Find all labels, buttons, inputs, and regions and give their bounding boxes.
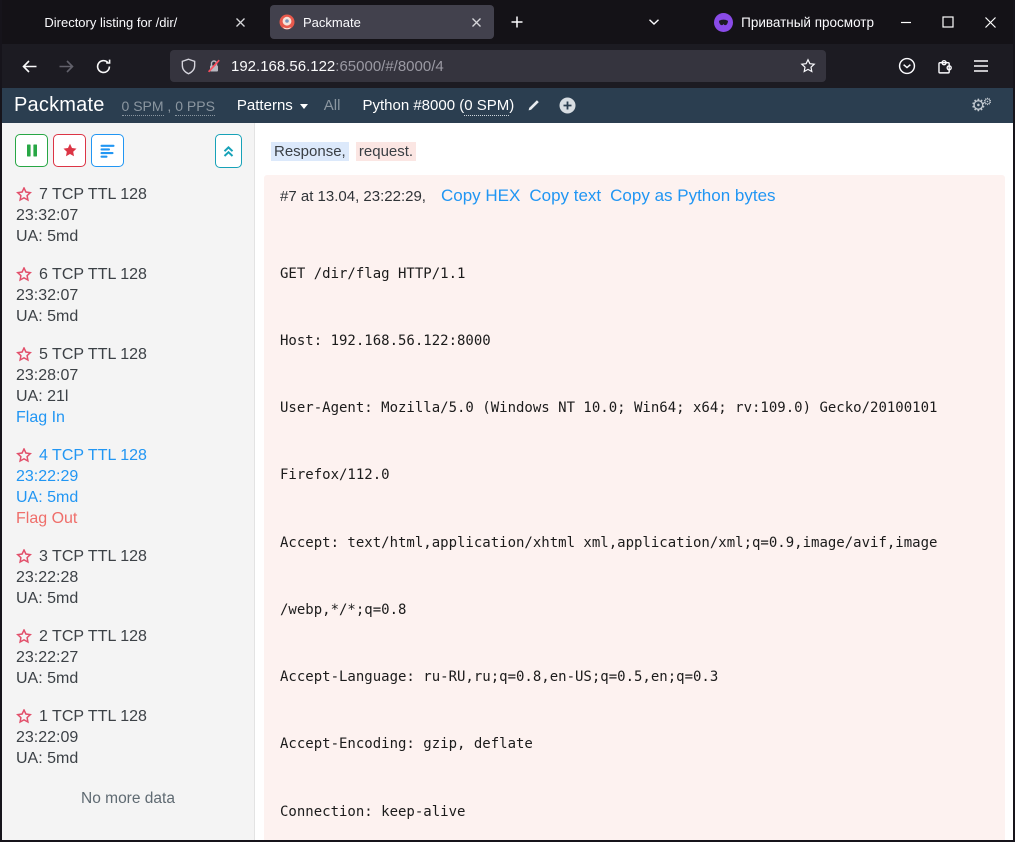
request-payload: GET /dir/flag HTTP/1.1 Host: 192.168.56.… — [280, 218, 989, 840]
pocket-icon[interactable] — [892, 51, 922, 81]
sidebar-toolbar — [2, 123, 254, 168]
maximize-button[interactable] — [942, 16, 954, 28]
legend-request: request. — [356, 142, 416, 161]
bookmark-star-icon[interactable] — [800, 58, 816, 74]
tab-bar: Directory listing for /dir/ Packmate При… — [2, 0, 1013, 44]
tab-title: Directory listing for /dir/ — [44, 15, 177, 30]
browser-window: Directory listing for /dir/ Packmate При… — [0, 0, 1015, 842]
list-all-tabs-icon[interactable] — [646, 14, 662, 30]
tab-directory-listing[interactable]: Directory listing for /dir/ — [8, 5, 258, 39]
back-button[interactable] — [14, 51, 44, 81]
copy-hex-link[interactable]: Copy HEX — [441, 186, 520, 206]
url-bar[interactable]: 192.168.56.122:65000/#/8000/4 — [170, 50, 826, 82]
caret-down-icon — [300, 104, 308, 109]
packet-list: 7 TCP TTL 128 23:32:07 UA: 5md 6 TCP TTL… — [2, 168, 254, 769]
new-tab-button[interactable] — [504, 9, 530, 35]
packet-sidebar: 7 TCP TTL 128 23:32:07 UA: 5md 6 TCP TTL… — [2, 123, 255, 840]
packet-list-item-4-selected[interactable]: 4 TCP TTL 128 23:22:29 UA: 5md Flag Out — [16, 445, 254, 529]
favorite-star-icon[interactable] — [16, 448, 32, 463]
pps-stat: 0 PPS — [175, 98, 215, 116]
scroll-to-top-button[interactable] — [215, 134, 242, 168]
minimize-button[interactable] — [900, 16, 912, 28]
spm-stat: 0 SPM — [122, 98, 164, 116]
favorite-star-icon[interactable] — [16, 549, 32, 564]
tab-all-services[interactable]: All — [324, 97, 341, 114]
tab-service-python-8000[interactable]: Python #8000 (0 SPM) — [362, 97, 514, 114]
add-service-button[interactable] — [559, 97, 576, 114]
packet-detail-pane: Response, request. #7 at 13.04, 23:22:29… — [255, 123, 1013, 840]
flag-out-link[interactable]: Flag Out — [16, 508, 254, 529]
app-brand[interactable]: Packmate — [14, 94, 105, 117]
favorites-filter-button[interactable] — [53, 134, 86, 167]
window-controls — [900, 16, 1013, 29]
content-area: 7 TCP TTL 128 23:32:07 UA: 5md 6 TCP TTL… — [2, 123, 1013, 840]
favorite-star-icon[interactable] — [16, 629, 32, 644]
url-text: 192.168.56.122:65000/#/8000/4 — [231, 58, 444, 75]
insecure-lock-icon[interactable] — [206, 58, 222, 74]
private-browsing-label: Приватный просмотр — [741, 15, 874, 30]
reload-button[interactable] — [88, 51, 118, 81]
close-tab-icon[interactable] — [468, 14, 485, 31]
list-view-button[interactable] — [91, 134, 124, 167]
favorite-star-icon[interactable] — [16, 267, 32, 282]
flag-in-link[interactable]: Flag In — [16, 407, 254, 428]
packet-block-request-7: #7 at 13.04, 23:22:29, Copy HEX Copy tex… — [264, 175, 1005, 840]
packet-list-item-5[interactable]: 5 TCP TTL 128 23:28:07 UA: 21l Flag In — [16, 344, 254, 428]
packet-list-item-7[interactable]: 7 TCP TTL 128 23:32:07 UA: 5md — [16, 184, 254, 247]
packmate-header: Packmate 0 SPM , 0 PPS Patterns All Pyth… — [2, 88, 1013, 123]
legend-response: Response, — [271, 142, 349, 161]
packet-header: #7 at 13.04, 23:22:29, — [280, 188, 426, 205]
favorite-star-icon[interactable] — [16, 709, 32, 724]
private-mask-icon — [714, 13, 733, 32]
favorite-star-icon[interactable] — [16, 187, 32, 202]
tab-packmate[interactable]: Packmate — [270, 5, 494, 39]
copy-text-link[interactable]: Copy text — [529, 186, 601, 206]
shield-icon[interactable] — [180, 58, 197, 75]
tab-title: Packmate — [303, 15, 361, 30]
favorite-star-icon[interactable] — [16, 347, 32, 362]
traffic-stats: 0 SPM , 0 PPS — [122, 98, 215, 114]
menu-hamburger-icon[interactable] — [966, 51, 996, 81]
legend: Response, request. — [271, 143, 1005, 160]
close-window-button[interactable] — [984, 16, 997, 29]
copy-python-bytes-link[interactable]: Copy as Python bytes — [610, 186, 775, 206]
forward-button[interactable] — [51, 51, 81, 81]
browser-toolbar: 192.168.56.122:65000/#/8000/4 — [2, 44, 1013, 88]
patterns-dropdown[interactable]: Patterns — [237, 97, 308, 114]
packet-list-item-3[interactable]: 3 TCP TTL 128 23:22:28 UA: 5md — [16, 546, 254, 609]
private-browsing-badge: Приватный просмотр — [714, 13, 874, 32]
pause-capture-button[interactable] — [15, 134, 48, 167]
sidebar-no-more-data: No more data — [2, 790, 254, 808]
extensions-puzzle-icon[interactable] — [929, 51, 959, 81]
packet-list-item-6[interactable]: 6 TCP TTL 128 23:32:07 UA: 5md — [16, 264, 254, 327]
settings-gears-icon[interactable]: ⚙⚙ — [971, 97, 1001, 114]
packet-list-item-2[interactable]: 2 TCP TTL 128 23:22:27 UA: 5md — [16, 626, 254, 689]
packet-list-item-1[interactable]: 1 TCP TTL 128 23:22:09 UA: 5md — [16, 706, 254, 769]
close-tab-icon[interactable] — [232, 14, 249, 31]
edit-service-pencil-icon[interactable] — [526, 98, 541, 113]
packmate-favicon-icon — [279, 14, 295, 30]
